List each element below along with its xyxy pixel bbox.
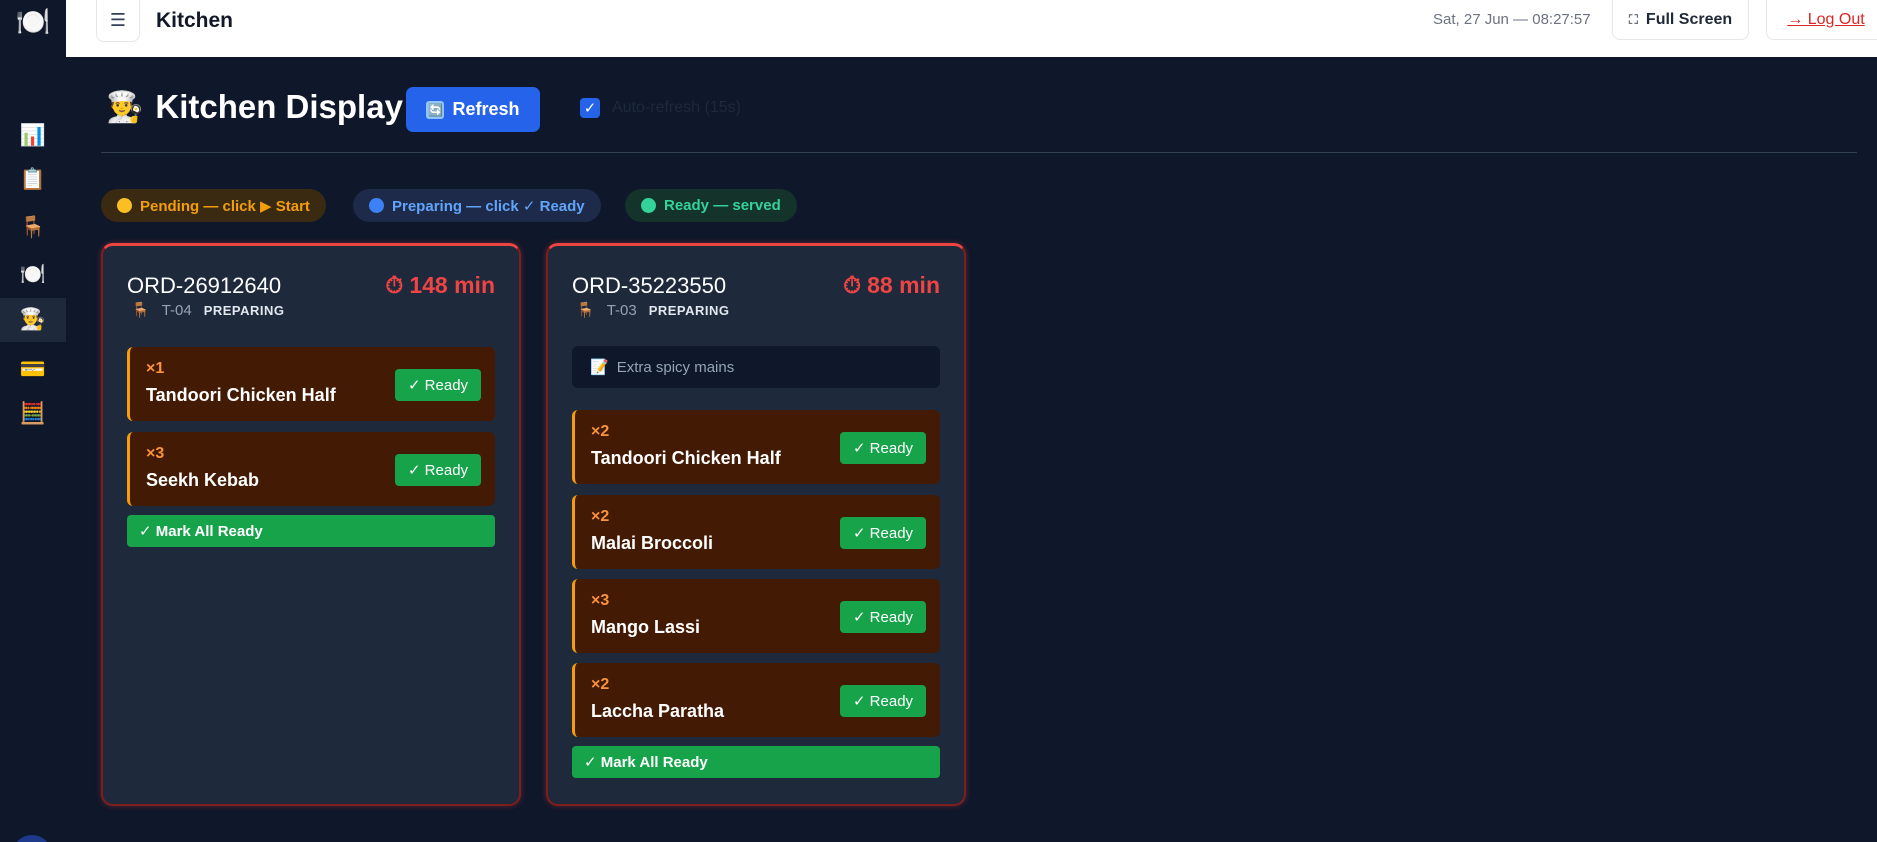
item-ready-button[interactable]: ✓ Ready bbox=[395, 369, 481, 401]
table-number: T-04 bbox=[161, 301, 192, 319]
fullscreen-icon: ⛶ bbox=[1628, 11, 1638, 27]
item-name: Mango Lassi bbox=[591, 617, 701, 637]
order-item: ×3 Mango Lassi ✓ Ready bbox=[572, 579, 940, 653]
order-item: ×3 Seekh Kebab ✓ Ready bbox=[127, 432, 495, 506]
sidebar-item-menu[interactable]: 🍽️ bbox=[0, 253, 66, 297]
item-ready-button[interactable]: ✓ Ready bbox=[840, 601, 926, 633]
legend-ready: Ready — served bbox=[625, 189, 797, 222]
item-name: Tandoori Chicken Half bbox=[591, 448, 781, 468]
order-item: ×2 Malai Broccoli ✓ Ready bbox=[572, 495, 940, 569]
sidebar-item-orders[interactable]: 📋 bbox=[0, 158, 66, 202]
clipboard-icon: 📋 bbox=[19, 168, 47, 191]
item-name: Malai Broccoli bbox=[591, 533, 714, 553]
status-badge: PREPARING bbox=[648, 302, 730, 318]
mark-all-ready-button[interactable]: ✓ Mark All Ready bbox=[572, 746, 940, 778]
calculator-icon: 🧮 bbox=[19, 402, 47, 425]
elapsed-value: 88 min bbox=[867, 272, 940, 298]
item-name: Laccha Paratha bbox=[591, 701, 725, 721]
sidebar-item-dashboard[interactable]: 📊 bbox=[0, 114, 66, 158]
status-badge: PREPARING bbox=[203, 302, 285, 318]
sidebar-item-tables[interactable]: 🪑 bbox=[0, 206, 66, 250]
credit-card-icon: 💳 bbox=[19, 358, 47, 381]
table-number: T-03 bbox=[606, 301, 637, 319]
refresh-icon: 🔄 bbox=[426, 100, 445, 119]
legend-preparing: Preparing — click ✓ Ready bbox=[353, 189, 601, 222]
header-divider bbox=[101, 152, 1857, 153]
pending-dot-icon bbox=[117, 198, 132, 213]
clock: Sat, 27 Jun — 08:27:57 bbox=[1433, 11, 1591, 28]
order-note: 📝 Extra spicy mains bbox=[572, 346, 940, 388]
item-ready-button[interactable]: ✓ Ready bbox=[395, 454, 481, 486]
legend-ready-label: Ready — served bbox=[664, 197, 781, 214]
item-qty: ×2 bbox=[591, 508, 610, 525]
stopwatch-icon: ⏱ bbox=[385, 272, 404, 298]
chef-icon: 👨‍🍳 bbox=[19, 308, 47, 331]
legend-pending: Pending — click ▶ Start bbox=[101, 189, 326, 222]
order-card: ORD-35223550 ⏱ 88 min 🪑 T-03 PREPARING 📝… bbox=[546, 243, 966, 806]
refresh-label: Refresh bbox=[452, 99, 520, 119]
app-logo-icon[interactable]: 🍽️ bbox=[16, 6, 51, 37]
order-card: ORD-26912640 ⏱ 148 min 🪑 T-04 PREPARING … bbox=[101, 243, 521, 806]
item-qty: ×3 bbox=[591, 592, 610, 609]
item-qty: ×3 bbox=[146, 445, 165, 462]
legend-pending-label: Pending — click ▶ Start bbox=[140, 197, 310, 215]
order-id: ORD-26912640 bbox=[127, 273, 282, 298]
item-qty: ×2 bbox=[591, 676, 610, 693]
chair-icon: 🪑 bbox=[131, 302, 150, 319]
sidebar: 🍽️ 📊 📋 🪑 🍽️ 👨‍🍳 💳 🧮 bbox=[0, 0, 66, 842]
item-ready-button[interactable]: ✓ Ready bbox=[840, 685, 926, 717]
hamburger-icon: ☰ bbox=[109, 10, 127, 30]
full-screen-button[interactable]: ⛶ Full Screen bbox=[1612, 0, 1749, 40]
mark-all-ready-button[interactable]: ✓ Mark All Ready bbox=[127, 515, 495, 547]
elapsed-time: ⏱ 148 min bbox=[385, 272, 495, 299]
bar-chart-icon: 📊 bbox=[19, 124, 47, 147]
order-item: ×1 Tandoori Chicken Half ✓ Ready bbox=[127, 347, 495, 421]
page-title: 👨‍🍳 Kitchen Display bbox=[106, 88, 403, 126]
chair-icon: 🪑 bbox=[19, 216, 47, 239]
order-note-text: Extra spicy mains bbox=[616, 358, 735, 376]
order-item: ×2 Tandoori Chicken Half ✓ Ready bbox=[572, 410, 940, 484]
elapsed-time: ⏱ 88 min bbox=[843, 272, 940, 299]
refresh-button[interactable]: 🔄 Refresh bbox=[406, 87, 540, 132]
elapsed-value: 148 min bbox=[409, 272, 495, 298]
auto-refresh-label[interactable]: Auto-refresh (15s) bbox=[612, 99, 741, 117]
plate-icon: 🍽️ bbox=[19, 263, 47, 286]
preparing-dot-icon bbox=[369, 198, 384, 213]
top-bar: ☰ Kitchen Sat, 27 Jun — 08:27:57 ⛶ Full … bbox=[66, 0, 1877, 57]
item-name: Seekh Kebab bbox=[146, 470, 260, 490]
ready-dot-icon bbox=[641, 198, 656, 213]
sidebar-item-kitchen[interactable]: 👨‍🍳 bbox=[0, 298, 66, 342]
order-id: ORD-35223550 bbox=[572, 273, 727, 298]
order-meta: 🪑 T-03 PREPARING bbox=[576, 301, 730, 320]
legend-preparing-label: Preparing — click ✓ Ready bbox=[392, 197, 585, 215]
full-screen-label: Full Screen bbox=[1645, 10, 1733, 28]
item-qty: ×1 bbox=[146, 360, 165, 377]
hamburger-menu-button[interactable]: ☰ bbox=[96, 0, 140, 42]
order-meta: 🪑 T-04 PREPARING bbox=[131, 301, 285, 320]
page-name: Kitchen bbox=[156, 9, 234, 32]
avatar[interactable] bbox=[12, 835, 52, 842]
chef-icon: 👨‍🍳 bbox=[106, 90, 144, 124]
item-qty: ×2 bbox=[591, 423, 610, 440]
sidebar-item-payments[interactable]: 💳 bbox=[0, 348, 66, 392]
order-item: ×2 Laccha Paratha ✓ Ready bbox=[572, 663, 940, 737]
auto-refresh-checkbox[interactable]: ✓ bbox=[580, 98, 600, 118]
page-title-text: Kitchen Display bbox=[155, 88, 403, 125]
log-out-button[interactable]: → Log Out bbox=[1766, 0, 1877, 40]
item-name: Tandoori Chicken Half bbox=[146, 385, 336, 405]
item-ready-button[interactable]: ✓ Ready bbox=[840, 517, 926, 549]
stopwatch-icon: ⏱ bbox=[843, 272, 862, 298]
sidebar-item-calculator[interactable]: 🧮 bbox=[0, 392, 66, 436]
chair-icon: 🪑 bbox=[576, 302, 595, 319]
item-ready-button[interactable]: ✓ Ready bbox=[840, 432, 926, 464]
memo-icon: 📝 bbox=[590, 359, 609, 376]
